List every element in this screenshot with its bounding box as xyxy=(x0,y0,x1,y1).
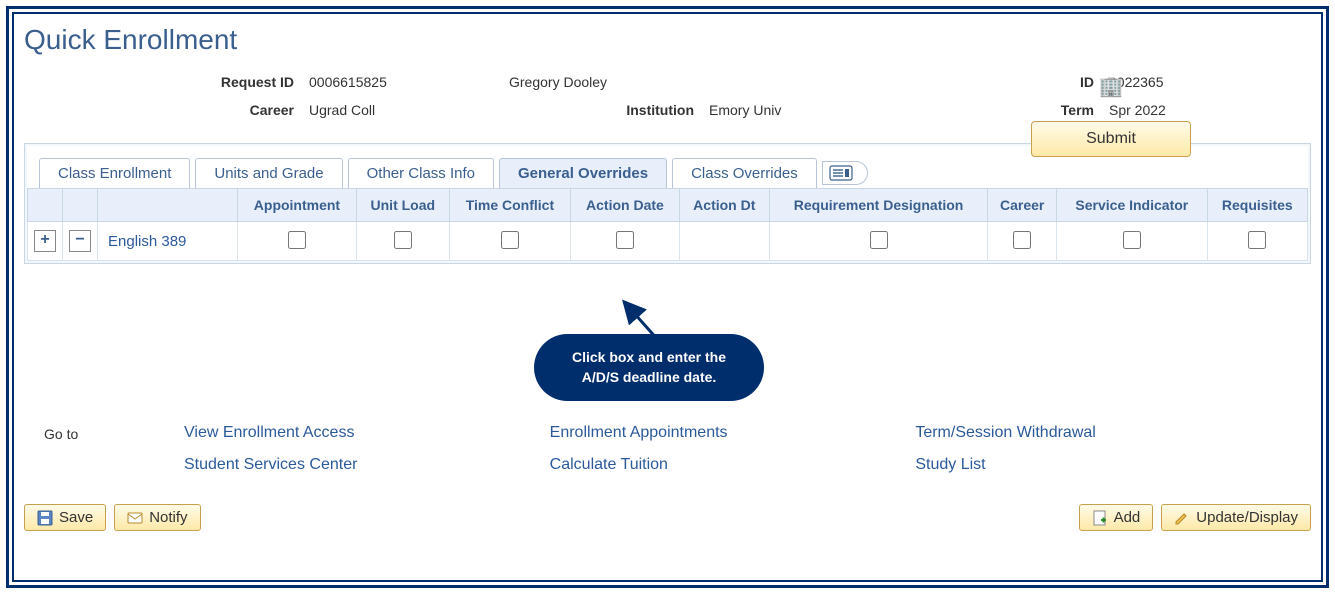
col-time-conflict: Time Conflict xyxy=(449,189,570,222)
tab-class-enrollment[interactable]: Class Enrollment xyxy=(39,158,190,188)
submit-button[interactable]: Submit xyxy=(1031,121,1191,157)
col-action-date: Action Date xyxy=(571,189,680,222)
add-button[interactable]: Add xyxy=(1079,504,1154,531)
save-label: Save xyxy=(59,509,93,526)
save-button[interactable]: Save xyxy=(24,504,106,531)
notify-icon xyxy=(127,510,143,526)
request-id-value: 0006615825 xyxy=(304,74,504,90)
class-name-cell[interactable]: English 389 xyxy=(98,222,238,261)
appointment-checkbox[interactable] xyxy=(288,231,306,249)
time-conflict-checkbox[interactable] xyxy=(501,231,519,249)
notify-button[interactable]: Notify xyxy=(114,504,200,531)
link-view-enrollment-access[interactable]: View Enrollment Access xyxy=(184,424,550,442)
add-label: Add xyxy=(1114,509,1141,526)
add-row-button[interactable]: + xyxy=(34,230,56,252)
update-button[interactable]: Update/Display xyxy=(1161,504,1311,531)
col-requisites: Requisites xyxy=(1207,189,1307,222)
tab-units-grade[interactable]: Units and Grade xyxy=(195,158,342,188)
link-calculate-tuition[interactable]: Calculate Tuition xyxy=(550,456,916,474)
unit-load-checkbox[interactable] xyxy=(394,231,412,249)
callout-bubble: Click box and enter the A/D/S deadline d… xyxy=(534,334,764,401)
building-icon: 🏢 xyxy=(1099,74,1124,99)
link-term-withdrawal[interactable]: Term/Session Withdrawal xyxy=(915,424,1281,442)
enrollment-grid: Class Enrollment Units and Grade Other C… xyxy=(24,143,1311,264)
col-career: Career xyxy=(988,189,1057,222)
requisites-checkbox[interactable] xyxy=(1248,231,1266,249)
career-value: Ugrad Coll xyxy=(304,102,504,118)
callout-line1: Click box and enter the xyxy=(572,349,726,365)
tab-class-overrides[interactable]: Class Overrides xyxy=(672,158,817,188)
career-label: Career xyxy=(104,102,304,118)
notify-label: Notify xyxy=(149,509,187,526)
col-appointment: Appointment xyxy=(238,189,357,222)
institution-label: Institution xyxy=(504,102,704,118)
student-name: Gregory Dooley xyxy=(504,74,704,90)
col-req-desig: Requirement Designation xyxy=(769,189,988,222)
link-study-list[interactable]: Study List xyxy=(915,456,1281,474)
page-title: Quick Enrollment xyxy=(24,24,1311,56)
institution-value: Emory Univ xyxy=(704,102,904,118)
callout-line2: A/D/S deadline date. xyxy=(582,369,717,385)
action-date-checkbox[interactable] xyxy=(616,231,634,249)
table-row: + − English 389 xyxy=(28,222,1308,261)
save-icon xyxy=(37,510,53,526)
tab-general-overrides[interactable]: General Overrides xyxy=(499,158,667,188)
service-ind-checkbox[interactable] xyxy=(1123,231,1141,249)
add-icon xyxy=(1092,510,1108,526)
col-action-dt: Action Dt xyxy=(679,189,769,222)
request-id-label: Request ID xyxy=(104,74,304,90)
action-dt-cell xyxy=(679,222,769,261)
link-student-services[interactable]: Student Services Center xyxy=(184,456,550,474)
col-unit-load: Unit Load xyxy=(356,189,449,222)
goto-label: Go to xyxy=(44,424,184,442)
career-checkbox[interactable] xyxy=(1013,231,1031,249)
col-service-ind: Service Indicator xyxy=(1057,189,1208,222)
pencil-icon xyxy=(1174,510,1190,526)
link-enrollment-appointments[interactable]: Enrollment Appointments xyxy=(550,424,916,442)
show-all-columns-icon[interactable] xyxy=(822,161,868,185)
update-label: Update/Display xyxy=(1196,509,1298,526)
req-desig-checkbox[interactable] xyxy=(870,231,888,249)
tab-other-info[interactable]: Other Class Info xyxy=(348,158,494,188)
delete-row-button[interactable]: − xyxy=(69,230,91,252)
